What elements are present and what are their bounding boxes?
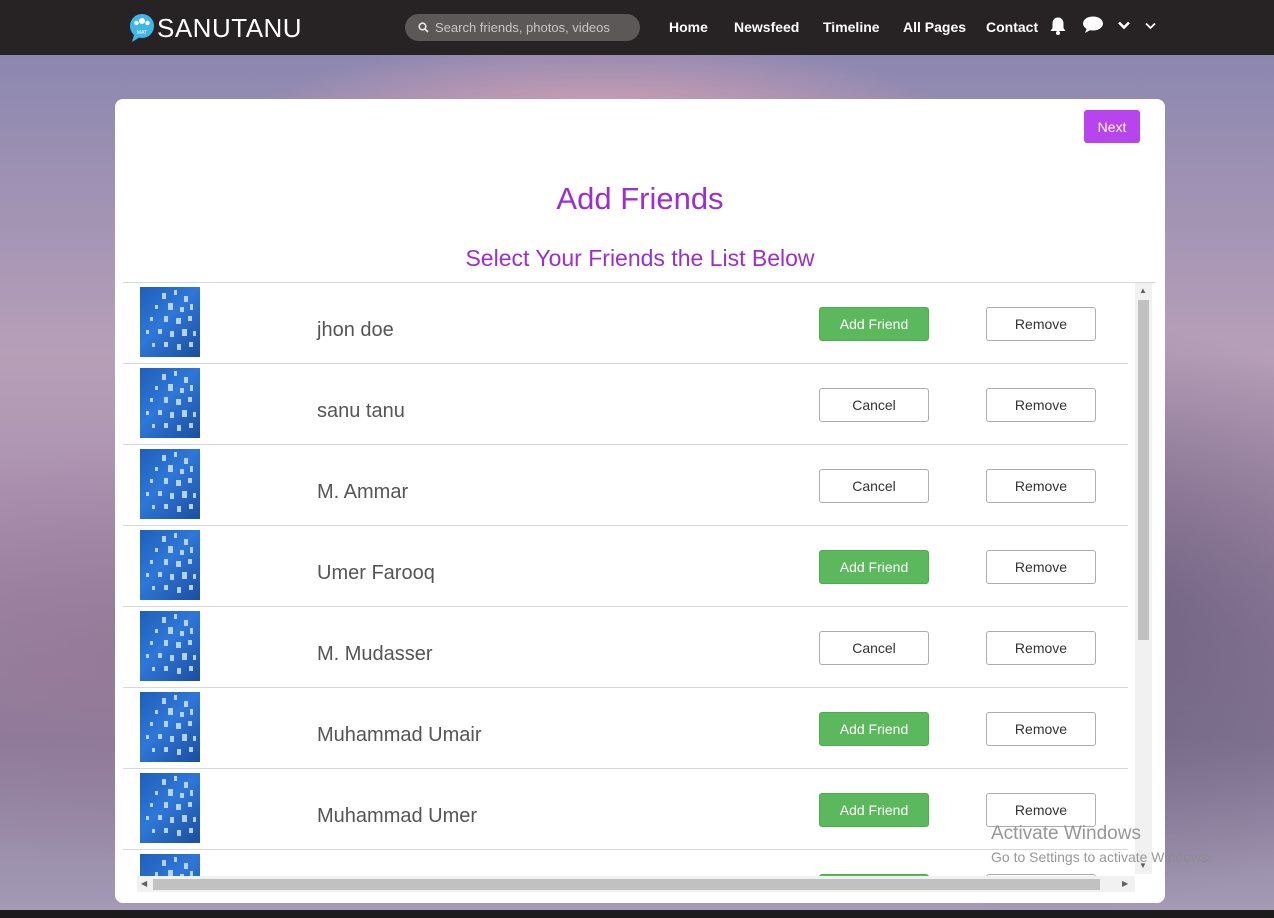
add-friend-button[interactable]: Add Friend bbox=[819, 550, 929, 584]
watermark-subtitle: Go to Settings to activate Windows. bbox=[991, 849, 1212, 865]
remove-button[interactable]: Remove bbox=[986, 469, 1096, 503]
friend-row: Muhammad Umair Add Friend Remove bbox=[123, 688, 1128, 769]
vertical-scrollbar[interactable]: ▲ ▼ bbox=[1135, 283, 1152, 874]
friend-name: Muhammad Umer bbox=[317, 805, 478, 827]
nav-home[interactable]: Home bbox=[669, 18, 708, 36]
add-friends-card: Next Add Friends Select Your Friends the… bbox=[115, 99, 1165, 903]
add-friend-button[interactable]: Add Friend bbox=[819, 307, 929, 341]
friend-avatar[interactable] bbox=[140, 773, 200, 843]
friend-avatar[interactable] bbox=[140, 368, 200, 438]
friend-avatar[interactable] bbox=[140, 449, 200, 519]
scroll-left-arrow-icon[interactable]: ◀ bbox=[141, 880, 147, 888]
search-bar[interactable] bbox=[405, 14, 640, 41]
chat-icon[interactable] bbox=[1082, 16, 1104, 34]
friend-avatar[interactable] bbox=[140, 692, 200, 762]
horizontal-scrollbar-thumb[interactable] bbox=[153, 879, 1100, 890]
remove-button[interactable]: Remove bbox=[986, 550, 1096, 584]
remove-button[interactable]: Remove bbox=[986, 307, 1096, 341]
friend-row: Muhammad Umer Add Friend Remove bbox=[123, 769, 1128, 850]
friend-name: M. Mudasser bbox=[317, 643, 433, 665]
cancel-request-button[interactable]: Cancel bbox=[819, 388, 929, 422]
add-friend-button[interactable]: Add Friend bbox=[819, 793, 929, 827]
friend-avatar[interactable] bbox=[140, 287, 200, 357]
friend-name: sanu tanu bbox=[317, 400, 405, 422]
horizontal-scrollbar[interactable]: ◀ ▶ bbox=[137, 876, 1135, 892]
page-subtitle: Select Your Friends the List Below bbox=[465, 245, 815, 271]
friend-row: sanu tanu Cancel Remove bbox=[123, 364, 1128, 445]
scroll-up-arrow-icon[interactable]: ▲ bbox=[1139, 287, 1147, 295]
friend-name: Umer Farooq bbox=[317, 562, 435, 584]
chevron-down-icon[interactable] bbox=[1118, 21, 1130, 30]
remove-button[interactable]: Remove bbox=[986, 793, 1096, 827]
watermark-title: Activate Windows bbox=[991, 823, 1141, 844]
page-title: Add Friends bbox=[556, 181, 724, 216]
friend-row: M. Ammar Cancel Remove bbox=[123, 445, 1128, 526]
taskbar-edge bbox=[0, 910, 1274, 918]
nav-timeline[interactable]: Timeline bbox=[823, 18, 880, 36]
search-icon bbox=[418, 22, 429, 33]
chevron-down-icon[interactable] bbox=[1145, 22, 1156, 30]
friend-name: Muhammad Umair bbox=[317, 724, 482, 746]
friend-name: M. Ammar bbox=[317, 481, 409, 503]
friend-name: jhon doe bbox=[317, 319, 394, 341]
friend-avatar[interactable] bbox=[140, 530, 200, 600]
chat-bubble-logo-icon: MAT bbox=[130, 14, 154, 42]
next-button[interactable]: Next bbox=[1084, 110, 1140, 143]
brand-logo[interactable]: MAT SANUTANU bbox=[128, 13, 302, 43]
cancel-request-button[interactable]: Cancel bbox=[819, 631, 929, 665]
scroll-right-arrow-icon[interactable]: ▶ bbox=[1122, 880, 1128, 888]
svg-text:MAT: MAT bbox=[137, 30, 147, 36]
friend-row: Umer Farooq Add Friend Remove bbox=[123, 526, 1128, 607]
nav-newsfeed[interactable]: Newsfeed bbox=[734, 18, 799, 36]
vertical-scrollbar-thumb[interactable] bbox=[1138, 300, 1149, 640]
remove-button[interactable]: Remove bbox=[986, 712, 1096, 746]
cancel-request-button[interactable]: Cancel bbox=[819, 469, 929, 503]
brand-name: SANUTANU bbox=[157, 13, 303, 43]
nav-all-pages[interactable]: All Pages bbox=[903, 18, 966, 36]
friend-row: jhon doe Add Friend Remove bbox=[123, 283, 1128, 364]
top-navbar: MAT SANUTANU Home Newsfeed Timeline All … bbox=[0, 0, 1274, 55]
nav-contact[interactable]: Contact bbox=[986, 18, 1038, 36]
add-friend-button[interactable]: Add Friend bbox=[819, 712, 929, 746]
bell-icon[interactable] bbox=[1049, 16, 1067, 36]
friend-row: M. Mudasser Cancel Remove bbox=[123, 607, 1128, 688]
search-input[interactable] bbox=[435, 20, 635, 35]
friend-avatar[interactable] bbox=[140, 611, 200, 681]
friends-list[interactable]: jhon doe Add Friend Remove sanu tanu Cancel R… bbox=[123, 282, 1155, 892]
remove-button[interactable]: Remove bbox=[986, 631, 1096, 665]
remove-button[interactable]: Remove bbox=[986, 388, 1096, 422]
windows-activation-watermark: Activate Windows Go to Settings to activ… bbox=[991, 823, 1212, 867]
